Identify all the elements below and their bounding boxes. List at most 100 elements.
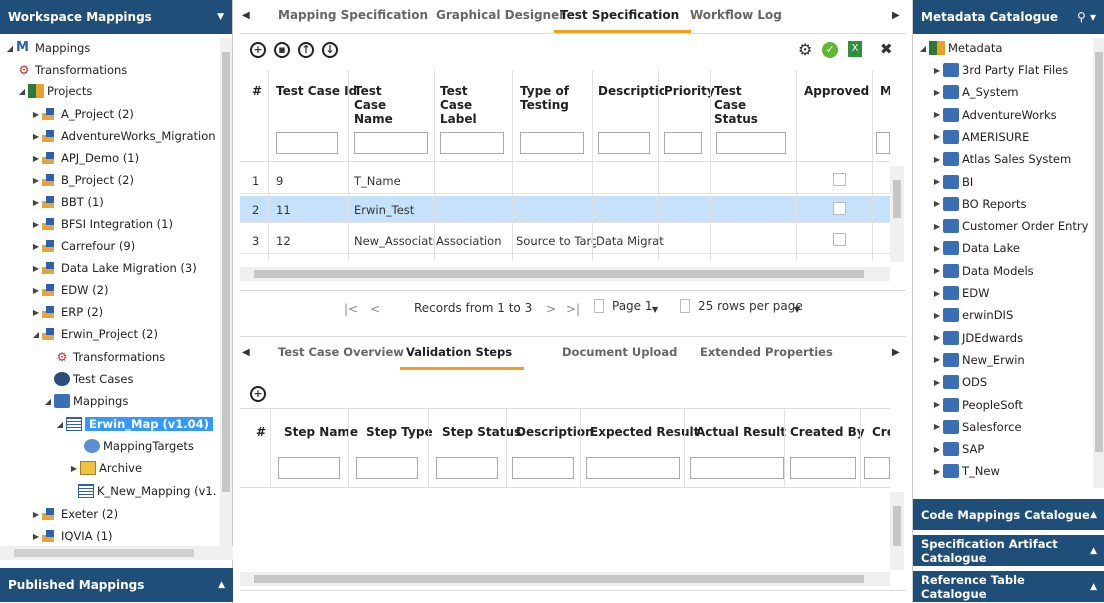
collapsed-icon[interactable]: ▶ <box>931 199 943 208</box>
tab-scroll-right-icon[interactable]: ▶ <box>892 347 900 358</box>
filter-type-of-testing[interactable] <box>520 132 584 154</box>
tree-item-transformations[interactable]: ⚙ Transformations <box>16 60 128 80</box>
approved-checkbox[interactable] <box>833 202 846 215</box>
filter-expected-result[interactable] <box>586 457 680 479</box>
col-header[interactable]: Type of Testing <box>520 84 570 112</box>
tab-document-upload[interactable]: Document Upload <box>562 345 677 359</box>
collapsed-icon[interactable]: ▶ <box>931 422 943 431</box>
first-page-icon[interactable]: |< <box>344 302 358 316</box>
col-header[interactable]: Description <box>598 84 664 98</box>
prev-page-icon[interactable]: < <box>370 302 380 316</box>
collapsed-icon[interactable]: ▶ <box>30 308 42 317</box>
metadata-item[interactable]: ▶ PeopleSoft <box>931 395 1023 415</box>
tab-graphical-designer[interactable]: Graphical Designer <box>436 8 565 22</box>
expanded-icon[interactable]: ◢ <box>42 397 54 406</box>
table-row[interactable]: 3 12 New_Association Association Source … <box>240 227 890 254</box>
tree-item-erwin-map[interactable]: ◢ Erwin_Map (v1.04) <box>54 414 213 434</box>
tree-item-mappings[interactable]: ◢ M Mappings <box>4 38 90 58</box>
add-step-icon[interactable]: + <box>250 386 266 402</box>
tree-item-project[interactable]: ▶ EDW (2) <box>30 280 109 300</box>
tree-item-project[interactable]: ◢ Erwin_Project (2) <box>30 324 158 344</box>
collapsed-icon[interactable]: ▶ <box>30 176 42 185</box>
collapse-icon[interactable]: ▼ <box>217 12 224 22</box>
collapsed-icon[interactable]: ▶ <box>931 333 943 342</box>
col-header[interactable]: Priority <box>664 84 715 98</box>
tree-item-k-new-mapping[interactable]: K_New_Mapping (v1. <box>78 481 216 501</box>
code-mappings-catalogue-header[interactable]: Code Mappings Catalogue ▲ <box>913 497 1104 530</box>
chevron-down-icon[interactable]: ▼ <box>652 305 658 314</box>
rows-per-page-selector[interactable]: 25 rows per page <box>698 299 803 313</box>
metadata-item[interactable]: ▶ BI <box>931 172 973 192</box>
expand-icon[interactable]: ▲ <box>218 580 225 590</box>
expand-icon[interactable]: ▲ <box>1090 510 1097 520</box>
col-header[interactable]: Actual Result <box>696 425 786 439</box>
filter-test-case-name[interactable] <box>354 132 428 154</box>
tab-scroll-right-icon[interactable]: ▶ <box>892 10 900 21</box>
filter-map[interactable] <box>876 132 890 154</box>
metadata-item[interactable]: ▶ AdventureWorks <box>931 105 1057 125</box>
col-header[interactable]: Test Case Status <box>714 84 774 126</box>
tab-extended-properties[interactable]: Extended Properties <box>700 345 833 359</box>
approved-checkbox[interactable] <box>833 233 846 246</box>
workspace-mappings-header[interactable]: Workspace Mappings ▼ <box>0 0 232 34</box>
next-page-icon[interactable]: > <box>546 302 556 316</box>
tree-item-project[interactable]: ▶ BFSI Integration (1) <box>30 214 173 234</box>
search-icon[interactable]: ⚲ ▾ <box>1077 10 1096 24</box>
metadata-item[interactable]: ▶ Salesforce <box>931 417 1022 437</box>
collapsed-icon[interactable]: ▶ <box>30 132 42 141</box>
collapsed-icon[interactable]: ▶ <box>30 220 42 229</box>
filter-created[interactable] <box>864 457 890 479</box>
col-header[interactable]: # <box>252 84 262 98</box>
reference-table-catalogue-header[interactable]: Reference Table Catalogue ▲ <box>913 569 1104 602</box>
tree-item-mappings-folder[interactable]: ◢ Mappings <box>42 391 128 411</box>
collapsed-icon[interactable]: ▶ <box>30 510 42 519</box>
collapsed-icon[interactable]: ▶ <box>931 222 943 231</box>
tab-test-case-overview[interactable]: Test Case Overview <box>278 345 404 359</box>
collapsed-icon[interactable]: ▶ <box>931 244 943 253</box>
tab-validation-steps[interactable]: Validation Steps <box>399 345 525 370</box>
filter-step-type[interactable] <box>356 457 418 479</box>
filter-actual-result[interactable] <box>690 457 784 479</box>
table-row[interactable]: 1 9 T_Name <box>240 167 890 194</box>
col-header[interactable]: Step Name <box>284 425 358 439</box>
tab-mapping-specification[interactable]: Mapping Specification <box>278 8 428 22</box>
scroll-thumb[interactable] <box>893 180 901 218</box>
filter-step-description[interactable] <box>512 457 574 479</box>
tab-workflow-log[interactable]: Workflow Log <box>690 8 782 22</box>
tree-item-project[interactable]: ▶ B_Project (2) <box>30 170 134 190</box>
tab-scroll-left-icon[interactable]: ◀ <box>242 10 250 21</box>
scroll-thumb[interactable] <box>254 575 864 583</box>
approve-icon[interactable]: ✓ <box>822 42 838 58</box>
collapsed-icon[interactable]: ▶ <box>931 177 943 186</box>
collapsed-icon[interactable]: ▶ <box>931 110 943 119</box>
col-header[interactable]: Expected Result <box>590 425 699 439</box>
tab-scroll-left-icon[interactable]: ◀ <box>242 347 250 358</box>
page-selector[interactable]: Page 1 <box>612 299 653 313</box>
col-header[interactable]: Created By <box>790 425 865 439</box>
collapsed-icon[interactable]: ▶ <box>931 88 943 97</box>
metadata-item[interactable]: ▶ Data Models <box>931 261 1034 281</box>
scroll-thumb[interactable] <box>893 506 901 546</box>
published-mappings-header[interactable]: Published Mappings ▲ <box>0 568 233 602</box>
collapsed-icon[interactable]: ▶ <box>931 289 943 298</box>
tree-item-project[interactable]: ▶ AdventureWorks_Migration ( <box>30 126 224 146</box>
expand-icon[interactable]: ▲ <box>1090 582 1097 592</box>
col-header[interactable]: Step Type <box>366 425 433 439</box>
metadata-item[interactable]: ▶ JDEdwards <box>931 328 1023 348</box>
add-icon[interactable]: + <box>250 42 266 58</box>
col-header[interactable]: Map <box>880 84 890 98</box>
tab-test-specification[interactable]: Test Specification <box>553 8 692 33</box>
filter-test-case-id[interactable] <box>276 132 338 154</box>
move-down-icon[interactable]: ↓ <box>322 42 338 58</box>
scroll-thumb[interactable] <box>14 549 194 557</box>
last-page-icon[interactable]: >| <box>566 302 580 316</box>
tree-item-projects[interactable]: ◢ Projects <box>16 81 92 101</box>
expand-icon[interactable]: ▲ <box>1090 546 1097 556</box>
tree-item-project[interactable]: ▶ APJ_Demo (1) <box>30 148 139 168</box>
collapsed-icon[interactable]: ▶ <box>30 264 42 273</box>
tree-item-project[interactable]: ▶ BBT (1) <box>30 192 104 212</box>
collapsed-icon[interactable]: ▶ <box>931 378 943 387</box>
tree-item-test-cases[interactable]: Test Cases <box>54 369 133 389</box>
collapsed-icon[interactable]: ▶ <box>931 400 943 409</box>
metadata-item[interactable]: ▶ 3rd Party Flat Files <box>931 60 1068 80</box>
